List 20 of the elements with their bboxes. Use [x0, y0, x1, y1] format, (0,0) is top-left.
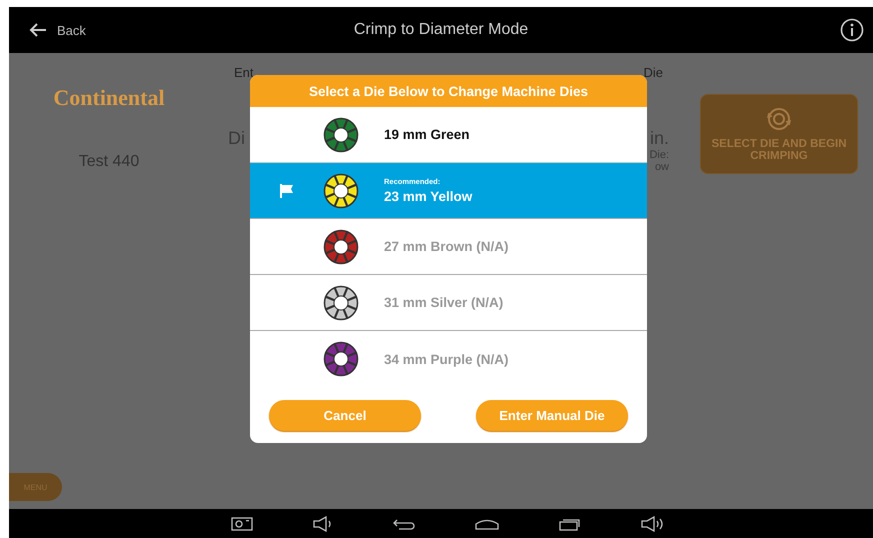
cancel-button[interactable]: Cancel — [269, 400, 421, 430]
recent-apps-icon[interactable] — [559, 516, 581, 530]
brand-logo: Continental — [53, 85, 165, 111]
screen-title: Crimp to Diameter Mode — [354, 21, 528, 39]
die-label: 31 mm Silver (N/A) — [384, 295, 504, 310]
volume-down-icon[interactable] — [313, 516, 333, 532]
die-label: 27 mm Brown (N/A) — [384, 239, 509, 254]
back-arrow-icon — [29, 23, 47, 37]
info-icon[interactable] — [840, 18, 864, 42]
die-label: 23 mm Yellow — [384, 189, 472, 204]
back-button[interactable]: Back — [25, 18, 90, 42]
manual-die-button[interactable]: Enter Manual Die — [476, 400, 628, 430]
flag-icon — [279, 182, 295, 198]
screenshot-icon[interactable] — [231, 516, 253, 530]
volume-up-icon[interactable] — [641, 516, 665, 532]
die-label: 34 mm Purple (N/A) — [384, 352, 509, 366]
die-label: 19 mm Green — [384, 127, 470, 142]
home-icon[interactable] — [475, 518, 499, 530]
die-rotate-icon — [766, 106, 792, 132]
back-nav-icon[interactable] — [393, 518, 415, 530]
